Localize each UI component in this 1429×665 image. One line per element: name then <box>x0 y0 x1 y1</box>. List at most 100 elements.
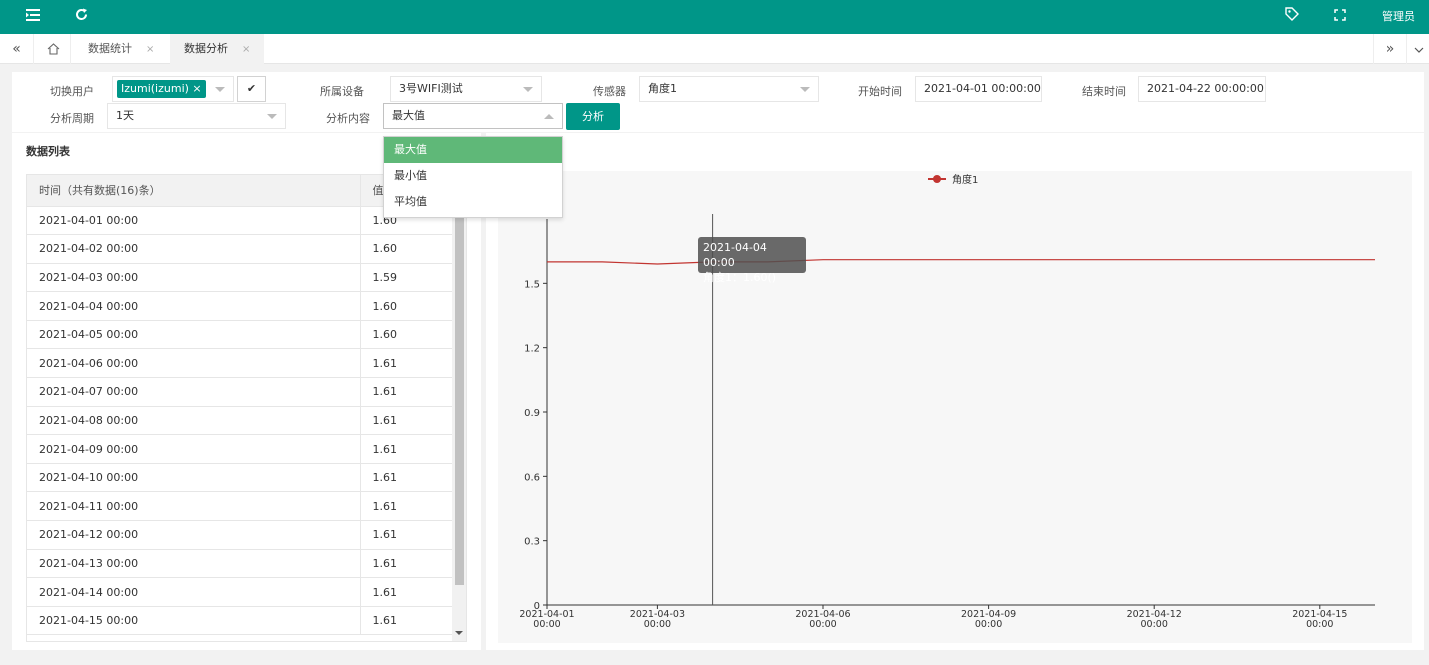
x-tick-label-time: 00:00 <box>975 619 1002 630</box>
legend-marker <box>933 175 941 183</box>
series-line <box>547 259 1375 265</box>
user-name[interactable]: 管理员 <box>1382 0 1415 34</box>
start-time-label: 开始时间 <box>858 85 902 98</box>
y-tick-label: 0.6 <box>524 472 540 483</box>
filter-panel: 切换用户 Izumi(izumi) × ✔ 所属设备 3号WIFI测试 传感器 … <box>12 72 1424 132</box>
dropdown-option-min[interactable]: 最小值 <box>384 163 562 189</box>
cell-value: 1.60 <box>360 291 455 321</box>
analyze-button[interactable]: 分析 <box>566 103 620 130</box>
cell-time: 2021-04-08 00:00 <box>27 406 361 436</box>
table-row[interactable]: 2021-04-15 00:00 1.61 <box>27 606 455 636</box>
cell-time: 2021-04-09 00:00 <box>27 434 361 464</box>
tab-bar: « 数据统计 × 数据分析 × » <box>0 34 1429 64</box>
content-dropdown: 最大值 最小值 平均值 <box>383 136 563 218</box>
cell-value: 1.61 <box>360 377 455 407</box>
cell-value: 1.61 <box>360 491 455 522</box>
end-time-input[interactable]: 2021-04-22 00:00:00 <box>1138 76 1266 102</box>
dropdown-option-max[interactable]: 最大值 <box>384 137 562 163</box>
table-row[interactable]: 2021-04-05 00:00 1.60 <box>27 320 455 350</box>
line-chart[interactable]: 00.30.60.91.21.52021-04-0100:002021-04-0… <box>498 171 1412 643</box>
cell-time: 2021-04-07 00:00 <box>27 377 361 407</box>
cell-value: 1.61 <box>360 549 455 579</box>
sensor-label: 传感器 <box>593 85 626 98</box>
table-row[interactable]: 2021-04-08 00:00 1.61 <box>27 406 455 436</box>
chevron-down-icon[interactable] <box>1408 34 1429 64</box>
content-label: 分析内容 <box>326 112 370 125</box>
cell-value: 1.61 <box>360 520 455 550</box>
period-label: 分析周期 <box>50 112 94 125</box>
cell-time: 2021-04-03 00:00 <box>27 263 361 293</box>
tab-label: 数据统计 <box>88 42 132 55</box>
table-scrollbar[interactable] <box>452 175 466 641</box>
scroll-down-icon[interactable] <box>455 631 463 635</box>
confirm-user-button[interactable]: ✔ <box>237 76 266 102</box>
end-time-label: 结束时间 <box>1082 85 1126 98</box>
user-tag: Izumi(izumi) × <box>117 80 206 98</box>
data-list-title: 数据列表 <box>26 145 70 158</box>
tag-icon[interactable] <box>1280 0 1304 34</box>
table-row[interactable]: 2021-04-04 00:00 1.60 <box>27 291 455 321</box>
start-time-input[interactable]: 2021-04-01 00:00:00 <box>915 76 1042 102</box>
sensor-select[interactable]: 角度1 <box>639 76 819 102</box>
y-tick-label: 1.2 <box>524 344 540 355</box>
y-tick-label: 0.9 <box>524 408 540 419</box>
table-row[interactable]: 2021-04-07 00:00 1.61 <box>27 377 455 407</box>
table-row[interactable]: 2021-04-03 00:00 1.59 <box>27 263 455 293</box>
cell-time: 2021-04-04 00:00 <box>27 291 361 321</box>
user-label: 切换用户 <box>50 85 94 98</box>
user-select[interactable]: Izumi(izumi) × <box>112 76 234 102</box>
cell-time: 2021-04-13 00:00 <box>27 549 361 579</box>
dropdown-option-avg[interactable]: 平均值 <box>384 189 562 215</box>
cell-time: 2021-04-15 00:00 <box>27 606 361 636</box>
fullscreen-icon[interactable] <box>1328 0 1352 34</box>
scroll-right-icon[interactable]: » <box>1373 34 1407 64</box>
chevron-down-icon <box>523 87 533 92</box>
tab-data-analysis[interactable]: 数据分析 × <box>170 34 264 64</box>
tab-close-icon[interactable]: × <box>242 44 250 55</box>
cell-value: 1.61 <box>360 577 455 607</box>
cell-time: 2021-04-12 00:00 <box>27 520 361 550</box>
top-bar: 管理员 <box>0 0 1429 34</box>
scroll-left-icon[interactable]: « <box>0 34 34 64</box>
y-tick-label: 1.5 <box>524 279 540 290</box>
chevron-up-icon <box>544 114 554 119</box>
data-table-wrapper[interactable]: 时间（共有数据(16)条） 值 2021-04-01 00:00 1.60 2021… <box>26 174 467 642</box>
table-row[interactable]: 2021-04-06 00:00 1.61 <box>27 348 455 379</box>
column-header-time[interactable]: 时间（共有数据(16)条） <box>27 175 361 207</box>
cell-time: 2021-04-11 00:00 <box>27 491 361 522</box>
cell-value: 1.61 <box>360 348 455 379</box>
table-row[interactable]: 2021-04-02 00:00 1.60 <box>27 234 455 264</box>
cell-time: 2021-04-01 00:00 <box>27 206 361 236</box>
content-select[interactable]: 最大值 <box>383 103 563 129</box>
table-row[interactable]: 2021-04-10 00:00 1.61 <box>27 463 455 493</box>
cell-value: 1.61 <box>360 463 455 493</box>
x-tick-label-time: 00:00 <box>1141 619 1168 630</box>
tag-close-icon[interactable]: × <box>192 82 201 95</box>
cell-value: 1.61 <box>360 406 455 436</box>
chart-area: 0 0.3 0.6 0.9 1.2 1.5 2021-04-01 00:00 2021-04-0… <box>498 171 1412 643</box>
y-tick-label: 0.3 <box>524 537 540 548</box>
scrollbar-thumb[interactable] <box>455 205 464 585</box>
home-icon[interactable] <box>37 34 71 64</box>
chevron-down-icon <box>267 114 277 119</box>
table-row[interactable]: 2021-04-14 00:00 1.61 <box>27 577 455 607</box>
menu-icon[interactable] <box>21 0 45 34</box>
cell-time: 2021-04-14 00:00 <box>27 577 361 607</box>
x-tick-label-time: 00:00 <box>809 619 836 630</box>
table-row[interactable]: 2021-04-09 00:00 1.61 <box>27 434 455 464</box>
tab-data-statistics[interactable]: 数据统计 × <box>74 34 170 64</box>
table-row[interactable]: 2021-04-13 00:00 1.61 <box>27 549 455 579</box>
cell-time: 2021-04-02 00:00 <box>27 234 361 264</box>
cell-value: 1.61 <box>360 606 455 636</box>
device-select[interactable]: 3号WIFI测试 <box>390 76 542 102</box>
cell-time: 2021-04-10 00:00 <box>27 463 361 493</box>
table-row[interactable]: 2021-04-11 00:00 1.61 <box>27 491 455 522</box>
refresh-icon[interactable] <box>69 0 93 34</box>
period-select[interactable]: 1天 <box>107 103 286 129</box>
data-table: 时间（共有数据(16)条） 值 2021-04-01 00:00 1.60 2021… <box>27 175 455 636</box>
chevron-down-icon <box>215 87 225 92</box>
cell-value: 1.59 <box>360 263 455 293</box>
table-row[interactable]: 2021-04-12 00:00 1.61 <box>27 520 455 550</box>
cell-value: 1.61 <box>360 434 455 464</box>
tab-close-icon[interactable]: × <box>146 44 154 55</box>
